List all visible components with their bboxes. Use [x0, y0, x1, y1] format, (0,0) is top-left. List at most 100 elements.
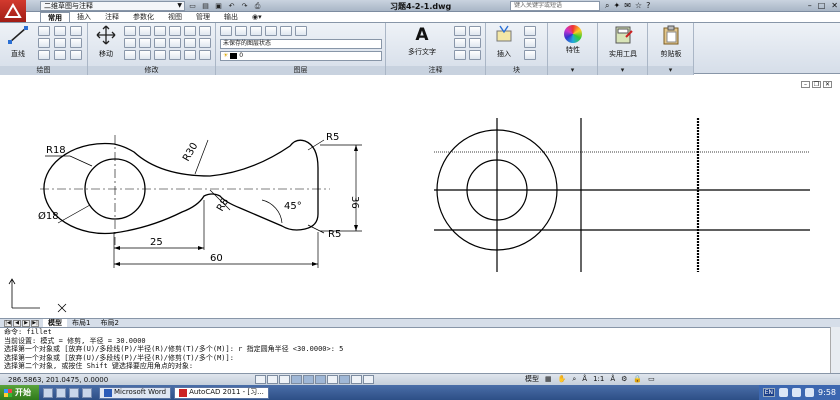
dimension-icon[interactable]	[454, 26, 466, 36]
offset-icon[interactable]	[184, 26, 196, 36]
tab-annotate[interactable]: 注释	[98, 12, 126, 22]
layer-isolate-icon[interactable]	[280, 26, 292, 36]
taskbar-autocad-button[interactable]: AutoCAD 2011 - [习...	[174, 386, 269, 399]
osnap-toggle[interactable]	[303, 375, 314, 384]
mtext-button[interactable]: A 多行文字	[396, 25, 448, 57]
subscription-icon[interactable]: ✦	[613, 0, 620, 12]
fillet-icon[interactable]	[199, 26, 211, 36]
tab-output[interactable]: 输出	[217, 12, 245, 22]
workspace-dropdown[interactable]: 二维草图与注释 ▼	[40, 1, 185, 11]
leader-icon[interactable]	[454, 38, 466, 48]
gradient-icon[interactable]	[54, 38, 66, 48]
clipboard-panel-expand[interactable]: ▾	[648, 66, 693, 75]
join-icon[interactable]	[154, 50, 166, 60]
search-input[interactable]: 键入关键字或短语	[510, 1, 600, 11]
move-button[interactable]: 移动	[92, 25, 120, 59]
new-icon[interactable]: ▭	[187, 1, 198, 11]
last-layout-icon[interactable]: ▶|	[31, 319, 39, 327]
array-icon[interactable]	[184, 38, 196, 48]
hatch-icon[interactable]	[54, 26, 66, 36]
properties-match-icon[interactable]	[199, 50, 211, 60]
tab-view[interactable]: 视图	[161, 12, 189, 22]
properties-panel-expand[interactable]: ▾	[548, 66, 597, 75]
dropdown-icon[interactable]	[469, 38, 481, 48]
zoom-icon[interactable]: ⌕	[572, 374, 576, 385]
utilities-button[interactable]: 实用工具	[600, 25, 646, 59]
polyline-icon[interactable]	[38, 26, 50, 36]
maximize-icon[interactable]: □	[818, 0, 826, 12]
prev-layout-icon[interactable]: ◀	[13, 319, 21, 327]
open-icon[interactable]: ▤	[200, 1, 211, 11]
erase-icon[interactable]	[154, 26, 166, 36]
close-icon[interactable]: ✕	[823, 81, 832, 88]
explode-icon[interactable]	[169, 26, 181, 36]
lwt-toggle[interactable]	[351, 375, 362, 384]
edit-block-icon[interactable]	[524, 38, 536, 48]
binoculars-icon[interactable]: ⌕	[605, 0, 609, 12]
rotate-icon[interactable]	[124, 26, 136, 36]
layers-panel-label[interactable]: 图层	[216, 66, 385, 75]
dropdown-icon[interactable]	[70, 50, 82, 60]
layer-properties-icon[interactable]	[220, 26, 232, 36]
ducs-toggle[interactable]	[327, 375, 338, 384]
break-icon[interactable]	[139, 50, 151, 60]
lengthen-icon[interactable]	[169, 50, 181, 60]
language-indicator[interactable]: EN	[762, 388, 776, 397]
network-icon[interactable]	[792, 388, 802, 397]
attribute-icon[interactable]	[524, 50, 536, 60]
create-block-icon[interactable]	[524, 26, 536, 36]
qp-toggle[interactable]	[363, 375, 374, 384]
first-layout-icon[interactable]: |◀	[4, 319, 12, 327]
tab-insert[interactable]: 插入	[70, 12, 98, 22]
layer-state-dropdown[interactable]: 未保存的图层状态	[220, 39, 382, 49]
folder-icon[interactable]	[56, 387, 66, 398]
favorites-icon[interactable]: ☆	[635, 0, 642, 12]
restore-icon[interactable]: ❐	[812, 81, 821, 88]
properties-button[interactable]: 特性	[550, 25, 596, 55]
line-button[interactable]: 直线	[2, 25, 34, 59]
chamfer-icon[interactable]	[154, 38, 166, 48]
clean-screen-icon[interactable]: ▭	[648, 374, 655, 385]
media-icon[interactable]	[69, 387, 79, 398]
snap-toggle[interactable]	[255, 375, 266, 384]
layout-view-icon[interactable]: ▦	[545, 374, 552, 385]
circle-icon[interactable]	[38, 38, 50, 48]
grid-toggle[interactable]	[267, 375, 278, 384]
layer-state-icon[interactable]	[235, 26, 247, 36]
lock-icon[interactable]: 🔒	[633, 374, 642, 385]
input-method-icon[interactable]	[779, 388, 789, 397]
minimize-icon[interactable]: –	[801, 81, 810, 88]
pan-icon[interactable]: ✋	[558, 374, 567, 385]
polar-toggle[interactable]	[291, 375, 302, 384]
start-button[interactable]: 开始	[0, 385, 39, 400]
trim-icon[interactable]	[139, 26, 151, 36]
tab-home[interactable]: 常用	[40, 12, 70, 22]
ortho-toggle[interactable]	[279, 375, 290, 384]
clipboard-button[interactable]: 剪贴板	[650, 25, 692, 59]
minimize-icon[interactable]: –	[808, 0, 812, 12]
tab-parametric[interactable]: 参数化	[126, 12, 161, 22]
close-icon[interactable]: ✕	[831, 0, 838, 12]
dyn-toggle[interactable]	[339, 375, 350, 384]
scale-icon[interactable]	[169, 38, 181, 48]
draw-panel-label[interactable]: 绘图	[0, 66, 87, 75]
model-space-label[interactable]: 模型	[525, 374, 539, 385]
mirror-icon[interactable]	[139, 38, 151, 48]
copy-icon[interactable]	[124, 38, 136, 48]
clock[interactable]: 9:58	[818, 388, 836, 397]
command-line[interactable]: 命令: fillet 当前设置: 模式 = 修剪, 半径 = 30.0000 选…	[0, 327, 840, 373]
print-icon[interactable]: ⎙	[252, 1, 263, 11]
ribbon-minimize-icon[interactable]: ◉▾	[245, 12, 269, 22]
save-icon[interactable]: ▣	[213, 1, 224, 11]
undo-icon[interactable]: ↶	[226, 1, 237, 11]
volume-icon[interactable]	[805, 388, 815, 397]
extend-icon[interactable]	[124, 50, 136, 60]
arc-icon[interactable]	[38, 50, 50, 60]
otrack-toggle[interactable]	[315, 375, 326, 384]
desktop-icon[interactable]	[82, 387, 92, 398]
annotation-scale-value[interactable]: 1:1	[593, 374, 604, 385]
comm-center-icon[interactable]: ✉	[624, 0, 631, 12]
layer-freeze-icon[interactable]	[295, 26, 307, 36]
table-icon[interactable]	[454, 50, 466, 60]
taskbar-word-button[interactable]: Microsoft Word	[99, 386, 172, 399]
